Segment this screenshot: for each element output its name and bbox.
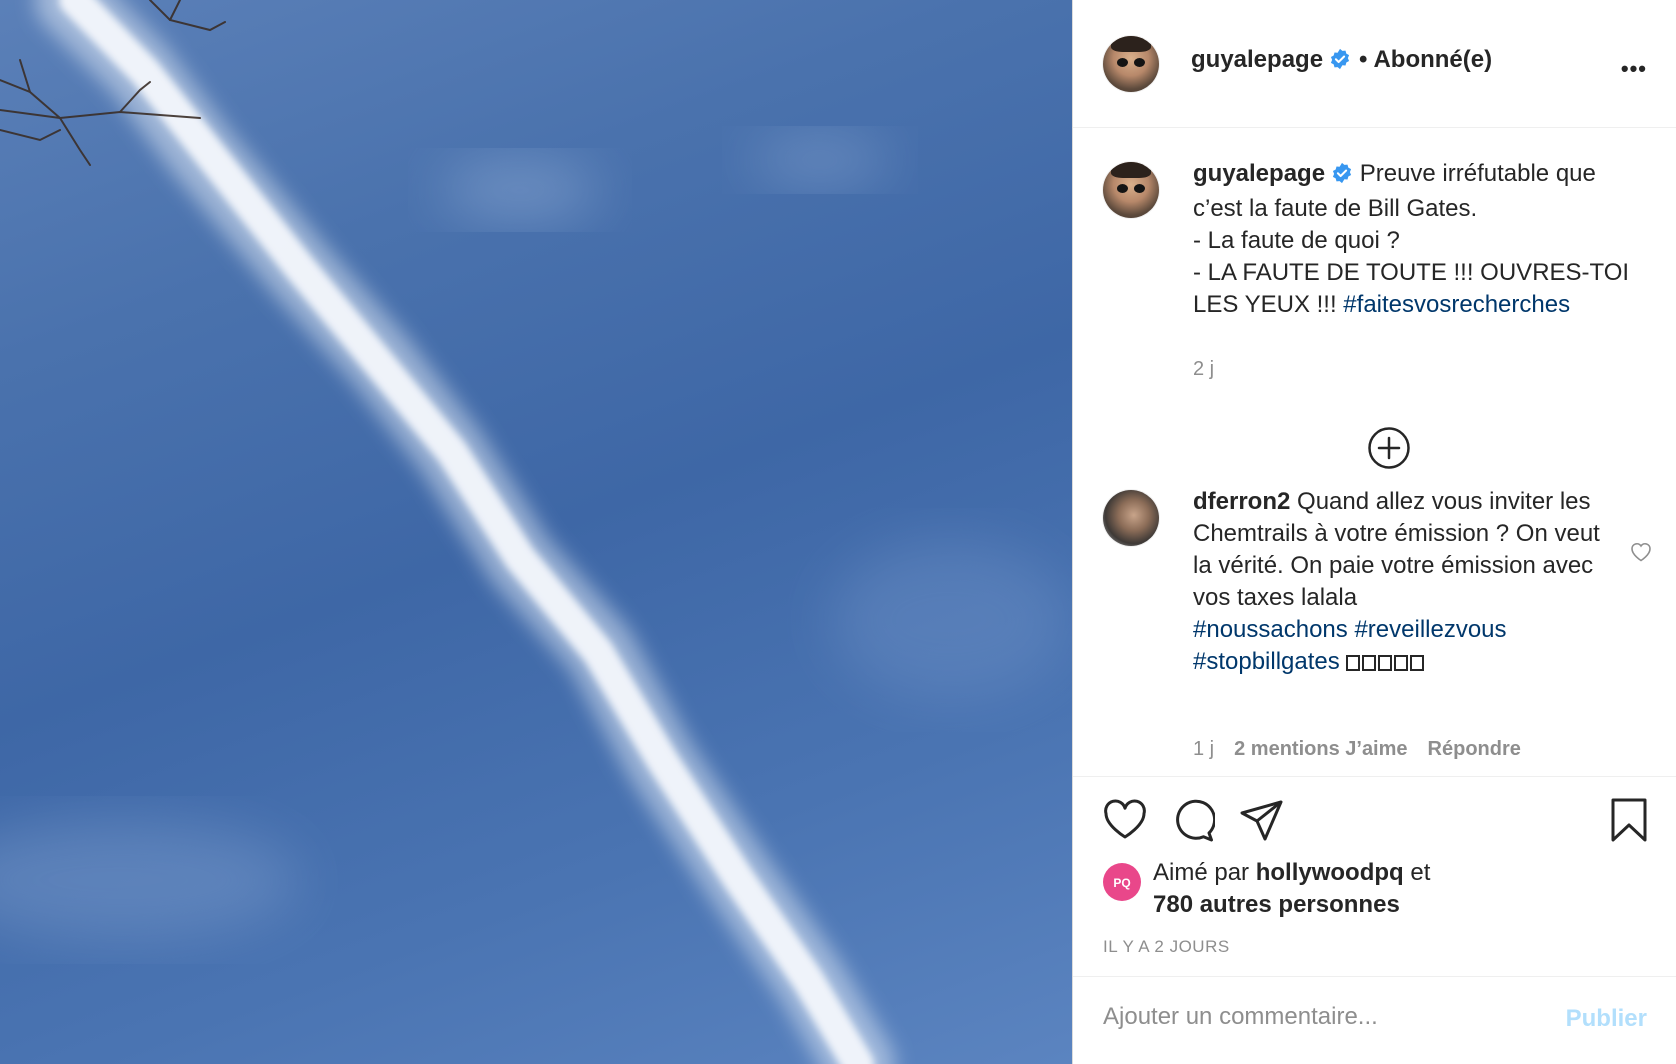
post-header: guyalepage • Abonné(e) ••• — [1073, 0, 1676, 128]
author-username[interactable]: guyalepage — [1191, 46, 1323, 73]
contrail-sky-image — [0, 0, 1070, 1064]
likes-mid: et — [1410, 859, 1431, 886]
likes-others[interactable]: 780 autres personnes — [1153, 891, 1400, 918]
comment-heart-icon[interactable] — [1629, 540, 1653, 567]
add-comment-bar: Publier — [1073, 976, 1676, 1064]
follow-status[interactable]: Abonné(e) — [1373, 46, 1492, 73]
publish-button[interactable]: Publier — [1566, 1005, 1647, 1033]
more-options-icon[interactable]: ••• — [1621, 56, 1647, 82]
hashtag-link[interactable]: #noussachons — [1193, 616, 1348, 643]
post-actions: PQ Aimé par hollywoodpq et 780 autres pe… — [1073, 776, 1676, 976]
heart-icon[interactable] — [1103, 799, 1147, 846]
liker-username[interactable]: hollywoodpq — [1256, 859, 1404, 886]
author-line: guyalepage • Abonné(e) — [1191, 46, 1492, 77]
share-icon[interactable] — [1239, 799, 1285, 848]
caption-author-avatar[interactable] — [1103, 162, 1159, 218]
post-photo[interactable] — [0, 0, 1072, 1064]
hashtag-link[interactable]: #stopbillgates — [1193, 648, 1340, 675]
comment: dferron2 Quand allez vous inviter les Ch… — [1193, 486, 1623, 680]
caption-line-2: - La faute de quoi ? — [1193, 227, 1400, 254]
comment-meta: 1 j 2 mentions J’aime Répondre — [1193, 738, 1521, 761]
caption-timestamp[interactable]: 2 j — [1193, 358, 1214, 381]
caption: guyalepage Preuve irréfutable que c’est … — [1193, 158, 1648, 321]
comment-timestamp[interactable]: 1 j — [1193, 738, 1214, 760]
verified-badge-icon — [1331, 161, 1353, 193]
post-date[interactable]: IL Y A 2 JOURS — [1103, 937, 1230, 957]
author-avatar[interactable] — [1103, 36, 1159, 92]
load-more-comments-icon[interactable] — [1367, 426, 1411, 475]
post-details-panel: guyalepage • Abonné(e) ••• guyalepage Preu… — [1072, 0, 1676, 1064]
bookmark-icon[interactable] — [1609, 797, 1649, 848]
comment-icon[interactable] — [1171, 799, 1217, 848]
emoji-placeholder-boxes — [1346, 648, 1426, 680]
separator-dot: • — [1359, 46, 1368, 73]
comments-scroll-area[interactable]: guyalepage Preuve irréfutable que c’est … — [1073, 128, 1676, 776]
comment-likes-count[interactable]: 2 mentions J’aime — [1234, 738, 1407, 760]
caption-username[interactable]: guyalepage — [1193, 160, 1325, 187]
hashtag-link[interactable]: #reveillezvous — [1354, 616, 1506, 643]
liker-avatar[interactable]: PQ — [1103, 863, 1141, 901]
comment-input[interactable] — [1103, 997, 1523, 1037]
commenter-username[interactable]: dferron2 — [1193, 488, 1290, 515]
hashtag-link[interactable]: #faitesvosrecherches — [1343, 291, 1570, 318]
reply-button[interactable]: Répondre — [1428, 738, 1521, 760]
likes-summary: Aimé par hollywoodpq et 780 autres perso… — [1153, 857, 1430, 921]
commenter-avatar[interactable] — [1103, 490, 1159, 546]
likes-prefix: Aimé par — [1153, 859, 1250, 886]
verified-badge-icon — [1329, 48, 1351, 77]
